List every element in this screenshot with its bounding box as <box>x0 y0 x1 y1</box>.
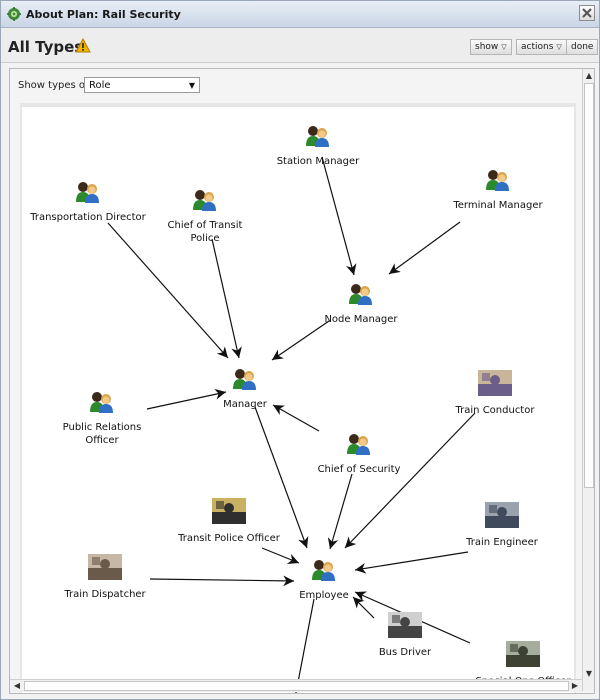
role-photo-icon <box>425 370 565 400</box>
node-chief-transit-police[interactable]: Chief of Transit Police <box>135 189 275 245</box>
node-manager[interactable]: Manager <box>175 368 315 411</box>
node-label: Station Manager <box>276 156 360 167</box>
close-button[interactable] <box>579 5 595 21</box>
node-transit-police-officer[interactable]: Transit Police Officer <box>159 498 299 545</box>
node-label: Train Dispatcher <box>64 589 146 600</box>
node-label: Public Relations Officer <box>62 422 142 446</box>
type-select-value: Role <box>89 80 111 91</box>
done-label: done <box>571 42 594 52</box>
actions-label: actions <box>521 42 554 52</box>
show-button[interactable]: show ▽ <box>470 39 512 55</box>
node-employee[interactable]: Employee <box>254 559 394 602</box>
node-label: Terminal Manager <box>453 200 543 211</box>
node-label: Node Manager <box>324 314 398 325</box>
edge-terminal_manager-to-node_manager <box>388 221 461 275</box>
show-label: show <box>475 42 499 52</box>
scroll-up-icon[interactable]: ▲ <box>584 71 594 81</box>
edge-station_manager-to-node_manager <box>321 156 357 276</box>
actions-button[interactable]: actions ▽ <box>516 39 567 55</box>
node-label: Train Engineer <box>466 537 538 548</box>
role-photo-icon <box>432 502 572 532</box>
role-group-icon <box>135 189 275 215</box>
type-select[interactable]: Role ▼ <box>84 77 200 93</box>
graph-frame: Station Manager Terminal Manager Transport… <box>20 103 576 693</box>
close-icon <box>582 8 592 18</box>
chevron-down-icon: ▽ <box>501 43 507 51</box>
vertical-scrollbar[interactable]: ▲ ▼ <box>582 69 594 691</box>
edge-chief_transit_police-to-manager <box>211 238 242 359</box>
role-photo-icon <box>159 498 299 528</box>
role-group-icon <box>289 433 429 459</box>
role-photo-icon <box>335 612 475 642</box>
node-label: Train Conductor <box>455 405 535 416</box>
show-types-label: Show types of <box>18 80 89 91</box>
scroll-right-icon[interactable]: ▶ <box>570 681 580 691</box>
role-graph[interactable]: Station Manager Terminal Manager Transport… <box>22 107 574 693</box>
node-chief-security[interactable]: Chief of Security <box>289 433 429 476</box>
role-group-icon <box>254 559 394 585</box>
role-group-icon <box>248 125 388 151</box>
node-train-conductor[interactable]: Train Conductor <box>425 370 565 417</box>
role-photo-icon <box>453 641 574 671</box>
role-group-icon <box>175 368 315 394</box>
node-label: Chief of Security <box>317 464 401 475</box>
role-group-icon <box>428 169 568 195</box>
about-plan-window: About Plan: Rail Security All Types show… <box>0 0 600 700</box>
node-node-manager[interactable]: Node Manager <box>291 283 431 326</box>
content-panel: Show types of Role ▼ Station Manager Term… <box>9 68 595 694</box>
node-train-dispatcher[interactable]: Train Dispatcher <box>35 554 175 601</box>
panel-header: All Types show ▽ actions ▽ done <box>1 28 599 63</box>
gear-icon <box>7 7 21 21</box>
horizontal-scrollbar[interactable]: ◀ ▶ <box>10 679 582 692</box>
page-title: All Types <box>8 38 84 56</box>
title-bar: About Plan: Rail Security <box>1 1 599 28</box>
role-group-icon <box>32 391 172 417</box>
scroll-down-icon[interactable]: ▼ <box>584 669 594 679</box>
edge-node_manager-to-manager <box>271 320 330 361</box>
node-label: Transit Police Officer <box>178 533 280 544</box>
vertical-scroll-thumb[interactable] <box>584 83 594 488</box>
dropdown-arrow-icon: ▼ <box>188 81 195 90</box>
edge-chief_security-to-employee <box>327 473 353 550</box>
node-public-relations[interactable]: Public Relations Officer <box>32 391 172 447</box>
node-label: Chief of Transit Police <box>167 220 243 244</box>
node-terminal-manager[interactable]: Terminal Manager <box>428 169 568 212</box>
chevron-down-icon: ▽ <box>556 43 562 51</box>
node-station-manager[interactable]: Station Manager <box>248 125 388 168</box>
node-train-engineer[interactable]: Train Engineer <box>432 502 572 549</box>
node-label: Employee <box>299 590 349 601</box>
role-group-icon <box>291 283 431 309</box>
role-photo-icon <box>35 554 175 584</box>
done-button[interactable]: done <box>566 39 599 55</box>
scroll-left-icon[interactable]: ◀ <box>12 681 22 691</box>
window-title: About Plan: Rail Security <box>26 8 181 21</box>
horizontal-scroll-thumb[interactable] <box>24 681 569 691</box>
warning-icon[interactable] <box>75 38 91 53</box>
node-label: Manager <box>223 399 267 410</box>
